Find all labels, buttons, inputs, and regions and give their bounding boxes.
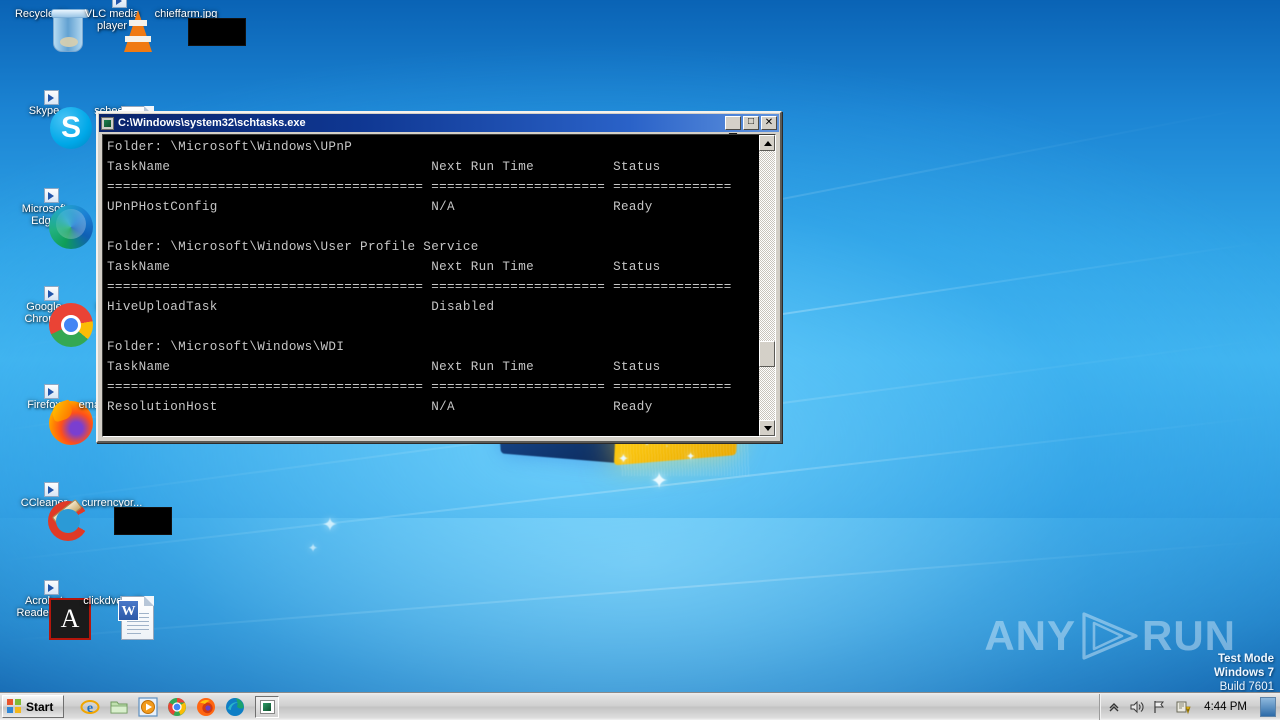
shortcut-arrow-icon (44, 286, 59, 301)
windows-test-mode-watermark: Test Mode Windows 7 Build 7601 (1214, 652, 1274, 694)
word-document-icon: W (121, 596, 154, 640)
network-icon[interactable] (1152, 699, 1168, 715)
desktop-icon-firefox[interactable]: Firefox (8, 399, 80, 411)
volume-icon[interactable] (1129, 699, 1145, 715)
windows-media-player-icon[interactable] (138, 697, 158, 717)
google-chrome-icon[interactable] (167, 697, 187, 717)
window-title-bar[interactable]: C:\Windows\system32\schtasks.exe _ □ ✕ (99, 114, 779, 132)
system-tray: 4:44 PM (1099, 694, 1280, 720)
desktop-icon-ccleaner[interactable]: CCleaner (8, 497, 80, 509)
image-thumbnail-icon (188, 18, 246, 46)
desktop-icon-clickdvds-rtf[interactable]: Wclickdvds.rtf (76, 595, 148, 607)
shortcut-arrow-icon (44, 580, 59, 595)
console-icon (101, 117, 114, 130)
start-button[interactable]: Start (2, 695, 64, 718)
scrollbar-track[interactable] (759, 151, 775, 420)
console-output-text: Folder: \Microsoft\Windows\UPnP TaskName… (107, 137, 758, 436)
shortcut-arrow-icon (112, 0, 127, 8)
sparkle-icon: ✦ (308, 542, 318, 554)
close-icon: ✕ (762, 117, 776, 129)
microsoft-edge-icon[interactable] (225, 697, 245, 717)
window-controls: _ □ ✕ (725, 116, 777, 130)
vlc-cone-icon (124, 10, 152, 52)
desktop-icon-recycle-bin[interactable]: Recycle Bin (8, 8, 80, 20)
desktop-icon-currencyor[interactable]: currencyor... (76, 497, 148, 509)
anyrun-play-icon (1078, 610, 1140, 662)
close-button[interactable]: ✕ (761, 116, 777, 130)
maximize-button[interactable]: □ (743, 116, 759, 130)
windows-explorer-icon[interactable] (109, 697, 129, 717)
anyrun-brand-any: ANY (984, 612, 1076, 660)
scroll-up-button[interactable] (759, 135, 775, 151)
console-body: Folder: \Microsoft\Windows\UPnP TaskName… (102, 134, 776, 437)
svg-text:e: e (87, 701, 93, 716)
action-center-icon[interactable] (1175, 699, 1191, 715)
test-mode-label: Test Mode (1214, 652, 1274, 666)
desktop-icon-google-chrome[interactable]: Google Chrome (8, 301, 80, 325)
firefox-icon[interactable] (196, 697, 216, 717)
show-desktop-button[interactable] (1260, 697, 1276, 717)
anyrun-watermark: ANY RUN (984, 610, 1236, 662)
schtasks-console-window[interactable]: C:\Windows\system32\schtasks.exe _ □ ✕ F… (96, 111, 782, 443)
window-title: C:\Windows\system32\schtasks.exe (118, 117, 725, 129)
console-window-icon (260, 700, 275, 714)
desktop-icon-skype[interactable]: S Skype (8, 105, 80, 117)
desktop-icon-chieffarm-jpg[interactable]: chieffarm.jpg (150, 8, 222, 20)
taskbar[interactable]: Start e 4:44 PM (0, 692, 1280, 720)
sparkle-icon: ✦ (618, 452, 629, 465)
sparkle-icon: ✦ (322, 516, 338, 535)
image-thumbnail-icon (114, 507, 172, 535)
shortcut-arrow-icon (44, 188, 59, 203)
minimize-icon: _ (726, 120, 740, 132)
shortcut-arrow-icon (44, 384, 59, 399)
desktop-icon-acrobat-reader[interactable]: Acrobat Reader DC (8, 595, 80, 619)
shortcut-arrow-icon (44, 482, 59, 497)
desktop-icon-vlc[interactable]: VLC media player (76, 8, 148, 32)
minimize-button[interactable]: _ (725, 116, 741, 130)
console-screen[interactable]: Folder: \Microsoft\Windows\UPnP TaskName… (103, 135, 758, 436)
internet-explorer-icon[interactable]: e (80, 697, 100, 717)
shortcut-arrow-icon (44, 90, 59, 105)
desktop-icon-microsoft-edge[interactable]: Microsoft Edge (8, 203, 80, 227)
sparkle-icon: ✦ (650, 470, 668, 492)
schtasks-task-button[interactable] (255, 696, 279, 718)
scroll-down-button[interactable] (759, 420, 775, 436)
maximize-icon: □ (744, 116, 758, 128)
taskbar-clock[interactable]: 4:44 PM (1198, 701, 1253, 713)
sparkle-icon: ✦ (686, 452, 695, 463)
windows-flag-icon (7, 699, 22, 714)
show-hidden-icons-icon[interactable] (1106, 699, 1122, 715)
scrollbar-thumb[interactable] (759, 341, 775, 367)
vertical-scrollbar[interactable] (758, 135, 775, 436)
quick-launch-bar: e (80, 697, 245, 717)
start-button-label: Start (26, 700, 53, 714)
os-version-label: Windows 7 (1214, 666, 1274, 680)
